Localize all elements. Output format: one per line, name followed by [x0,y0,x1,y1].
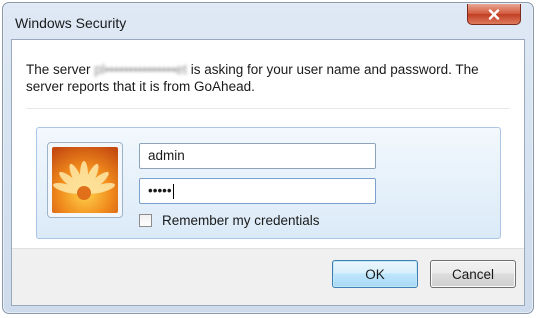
credential-tile: admin ••••• Remember my credentials [36,127,501,239]
windows-security-dialog: Windows Security The server pl••••••••••… [2,2,534,314]
close-icon [488,8,500,20]
flower-user-tile-icon [52,147,118,213]
username-field[interactable]: admin [139,143,376,169]
prompt-message: The server pl•••••••••••••••et is asking… [26,61,506,95]
window-title: Windows Security [15,15,127,31]
ok-button[interactable]: OK [332,260,418,288]
message-prefix: The server [26,62,95,77]
password-mask: ••••• [148,183,172,198]
button-bar: OK Cancel [12,248,524,305]
remember-credentials-label: Remember my credentials [162,212,320,228]
cancel-button[interactable]: Cancel [430,260,516,288]
remember-credentials-option[interactable]: Remember my credentials [139,212,320,228]
close-button[interactable] [467,4,521,25]
password-field[interactable]: ••••• [139,178,376,204]
title-bar[interactable]: Windows Security [3,3,533,39]
text-caret [172,183,174,199]
server-name-obscured: pl•••••••••••••••et [94,62,187,77]
remember-credentials-checkbox[interactable] [139,213,152,227]
divider [26,108,510,109]
user-picture-frame [47,142,123,218]
dialog-content: The server pl•••••••••••••••et is asking… [11,39,525,306]
